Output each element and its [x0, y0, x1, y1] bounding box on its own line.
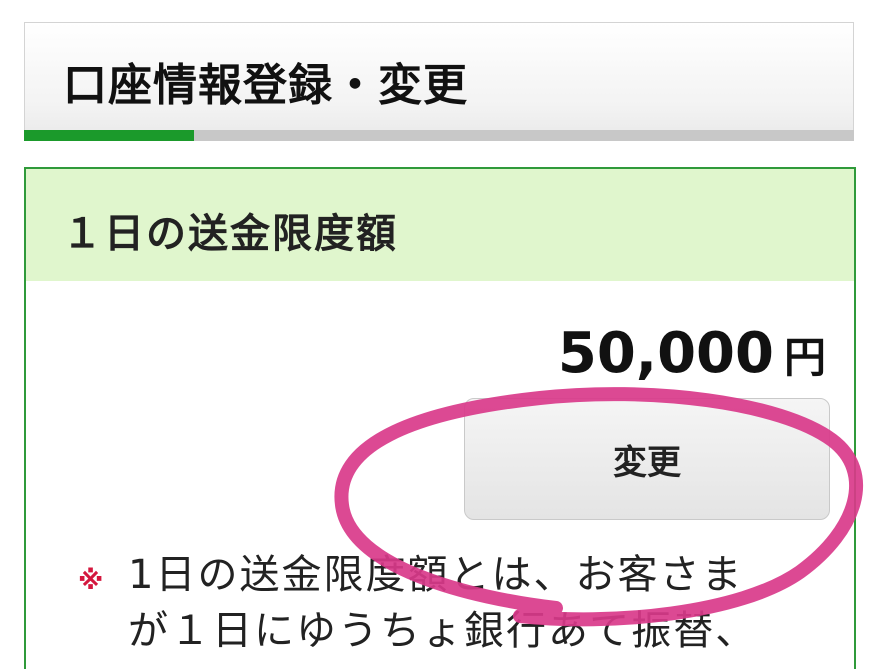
note-line: が１日にゆうちょ銀行あて振替、	[128, 608, 758, 654]
note-asterisk-icon: ※	[78, 566, 106, 596]
page-title: 口座情報登録・変更	[63, 60, 468, 111]
limit-note: ※ 1日の送金限度額とは、お客さま が１日にゆうちょ銀行あて振替、	[78, 547, 778, 659]
limit-amount-value: 50,000	[557, 321, 774, 386]
limit-amount: 50,000 円	[558, 321, 826, 386]
note-line: 1日の送金限度額とは、お客さま	[128, 552, 744, 598]
transfer-limit-header: １日の送金限度額	[26, 169, 854, 281]
transfer-limit-card: １日の送金限度額 50,000 円 変更 ※ 1日の送金限度額とは、お客さま が…	[24, 167, 856, 669]
progress-bar-fill	[24, 130, 195, 141]
change-limit-button[interactable]: 変更	[464, 398, 830, 520]
limit-amount-unit: 円	[783, 333, 826, 382]
section-title: １日の送金限度額	[62, 211, 398, 257]
page-header: 口座情報登録・変更	[24, 22, 854, 140]
progress-bar	[24, 130, 854, 141]
page: 口座情報登録・変更 １日の送金限度額 50,000 円 変更 ※ 1日の送金限度…	[0, 0, 880, 669]
